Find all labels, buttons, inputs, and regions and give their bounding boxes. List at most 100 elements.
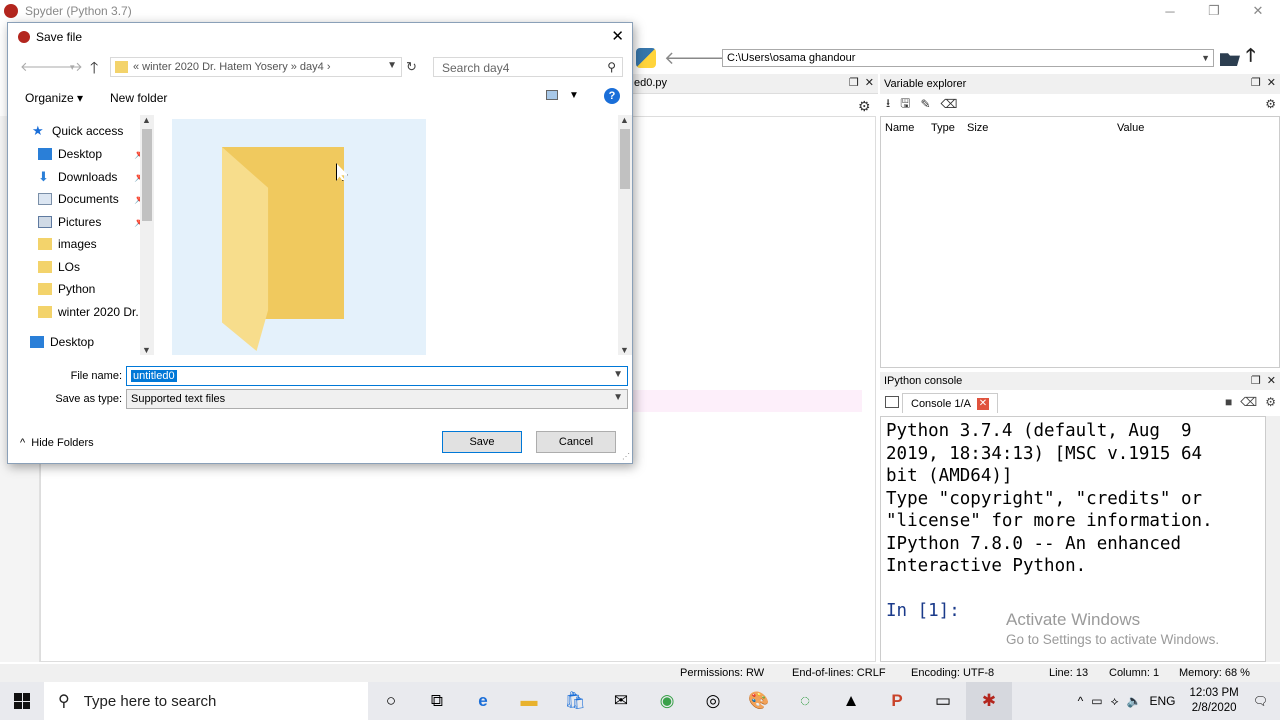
save-type-select[interactable]: Supported text files ▼: [126, 389, 628, 409]
search-input[interactable]: Search day4 ⚲: [433, 57, 623, 77]
close-tab-icon[interactable]: ✕: [976, 397, 989, 410]
chevron-down-icon[interactable]: ▼: [613, 369, 623, 380]
stop-icon[interactable]: ■: [1225, 395, 1232, 409]
resize-grip-icon[interactable]: ⋰: [622, 452, 630, 461]
forward-arrow-icon[interactable]: 🡒: [48, 59, 83, 75]
undock-icon[interactable]: ❐: [1251, 374, 1261, 387]
chevron-down-icon[interactable]: ▼: [387, 60, 397, 71]
refresh-icon[interactable]: ↻: [406, 59, 417, 75]
taskbar-search[interactable]: ⚲ Type here to search: [44, 682, 368, 720]
folder-item-selected[interactable]: [172, 119, 426, 355]
scrollbar-thumb[interactable]: [142, 129, 152, 221]
dialog-close-icon[interactable]: ✕: [611, 27, 624, 45]
column-header-value[interactable]: Value: [1113, 122, 1144, 134]
nav-item-pictures[interactable]: Pictures 📌: [38, 212, 146, 232]
cancel-button[interactable]: Cancel: [536, 431, 616, 453]
close-pane-icon[interactable]: ✕: [1267, 76, 1276, 89]
close-pane-icon[interactable]: ✕: [1267, 374, 1276, 387]
volume-icon[interactable]: 🔈: [1127, 694, 1142, 708]
nav-item-python[interactable]: Python: [38, 279, 95, 299]
back-arrow-icon[interactable]: 🡐: [664, 48, 712, 68]
photos-icon[interactable]: ▲: [828, 682, 874, 720]
nav-item-images[interactable]: images: [38, 234, 97, 254]
organize-menu[interactable]: Organize ▾: [25, 91, 83, 105]
view-options-chevron-icon[interactable]: ▼: [569, 90, 579, 101]
powerpoint-icon[interactable]: P: [874, 682, 920, 720]
file-name-input[interactable]: untitled0 ▼: [126, 366, 628, 386]
file-explorer-icon[interactable]: ▬: [506, 682, 552, 720]
scroll-up-icon[interactable]: ▲: [620, 115, 629, 125]
undock-icon[interactable]: ❐: [1251, 76, 1261, 89]
column-header-size[interactable]: Size: [963, 122, 1113, 134]
language-indicator[interactable]: ENG: [1150, 694, 1176, 708]
task-view-icon[interactable]: ⧉: [414, 682, 460, 720]
new-folder-button[interactable]: New folder: [110, 91, 167, 105]
notifications-icon[interactable]: 🗨: [1253, 694, 1268, 708]
console-scrollbar[interactable]: [1266, 416, 1280, 662]
parent-directory-icon[interactable]: 🡑: [1246, 43, 1255, 73]
close-button[interactable]: ✕: [1236, 0, 1280, 22]
gear-icon[interactable]: ⚙: [1265, 395, 1276, 409]
chevron-down-icon[interactable]: ▼: [1201, 50, 1210, 66]
console-tab[interactable]: Console 1/A ✕: [902, 393, 998, 413]
file-list-area[interactable]: [162, 115, 620, 355]
nav-item-downloads[interactable]: ⬇ Downloads 📌: [38, 167, 146, 187]
scroll-up-icon[interactable]: ▲: [142, 115, 151, 125]
close-pane-icon[interactable]: ✕: [865, 76, 874, 89]
camtasia-icon[interactable]: ◉: [644, 682, 690, 720]
hide-folders-toggle[interactable]: ^ Hide Folders: [20, 437, 94, 449]
chevron-up-icon[interactable]: ^: [1078, 694, 1084, 708]
nav-item-desktop-root[interactable]: Desktop: [30, 332, 94, 352]
address-bar[interactable]: « winter 2020 Dr. Hatem Yosery » day4 › …: [110, 57, 402, 77]
nav-item-documents[interactable]: Documents 📌: [38, 189, 146, 209]
battery-icon[interactable]: ▭: [1091, 694, 1102, 708]
mail-icon[interactable]: ✉: [598, 682, 644, 720]
column-header-name[interactable]: Name: [881, 122, 927, 134]
save-data-icon[interactable]: 🖫: [900, 94, 910, 115]
undock-icon[interactable]: ❐: [849, 76, 859, 89]
minimize-button[interactable]: ─: [1148, 0, 1192, 22]
change-view-icon[interactable]: [546, 90, 558, 100]
network-icon[interactable]: ⟡: [1111, 694, 1119, 709]
column-header-type[interactable]: Type: [927, 122, 963, 134]
variable-table[interactable]: Name Type Size Value: [880, 116, 1280, 368]
eraser-icon[interactable]: ⌫: [941, 97, 958, 111]
up-folder-icon[interactable]: 🡑: [90, 57, 98, 84]
navigation-scrollbar[interactable]: ▲ ▼: [140, 115, 154, 355]
cortana-icon[interactable]: ○: [368, 682, 414, 720]
search-icon[interactable]: ⚲: [607, 60, 616, 74]
save-data-as-icon[interactable]: ✎: [920, 97, 930, 111]
browse-folder-icon[interactable]: [1220, 53, 1240, 66]
forward-arrow-icon[interactable]: 🡒: [690, 48, 738, 68]
restore-button[interactable]: ❐: [1192, 0, 1236, 22]
scroll-down-icon[interactable]: ▼: [620, 345, 629, 355]
store-icon[interactable]: 🛍: [552, 682, 598, 720]
spyder-taskbar-icon[interactable]: ✱: [966, 682, 1012, 720]
nav-item-desktop[interactable]: Desktop 📌: [38, 144, 146, 164]
recent-locations-icon[interactable]: ▾: [70, 62, 75, 73]
nav-item-quick-access[interactable]: ★ Quick access: [32, 121, 123, 141]
browse-tabs-icon[interactable]: [885, 396, 899, 408]
file-list-scrollbar[interactable]: ▲ ▼: [618, 115, 632, 355]
clock[interactable]: 12:03 PM 2/8/2020: [1190, 686, 1239, 716]
help-icon[interactable]: ?: [604, 88, 620, 104]
breadcrumb[interactable]: « winter 2020 Dr. Hatem Yosery » day4 ›: [133, 61, 331, 73]
scrollbar-thumb[interactable]: [620, 129, 630, 189]
nav-item-los[interactable]: LOs: [38, 257, 80, 277]
spinner-app-icon[interactable]: ◌: [782, 682, 828, 720]
eraser-icon[interactable]: ⌫: [1240, 395, 1257, 409]
window-app-icon[interactable]: ▭: [920, 682, 966, 720]
gear-icon[interactable]: ⚙: [1265, 97, 1276, 111]
editor-options-gear-icon[interactable]: ⚙: [858, 98, 871, 115]
python-path-manager-icon[interactable]: [636, 48, 656, 68]
start-button[interactable]: [0, 682, 44, 720]
import-data-icon[interactable]: ⭳: [886, 94, 890, 115]
edge-browser-icon[interactable]: e: [460, 682, 506, 720]
app-target-icon[interactable]: ◎: [690, 682, 736, 720]
paint-icon[interactable]: 🎨: [736, 682, 782, 720]
editor-file-tab[interactable]: ed0.py: [634, 77, 667, 89]
save-button[interactable]: Save: [442, 431, 522, 453]
scroll-down-icon[interactable]: ▼: [142, 345, 151, 355]
working-directory-field[interactable]: C:\Users\osama ghandour ▼: [722, 49, 1214, 67]
nav-item-winter-2020[interactable]: winter 2020 Dr. H: [38, 302, 140, 322]
